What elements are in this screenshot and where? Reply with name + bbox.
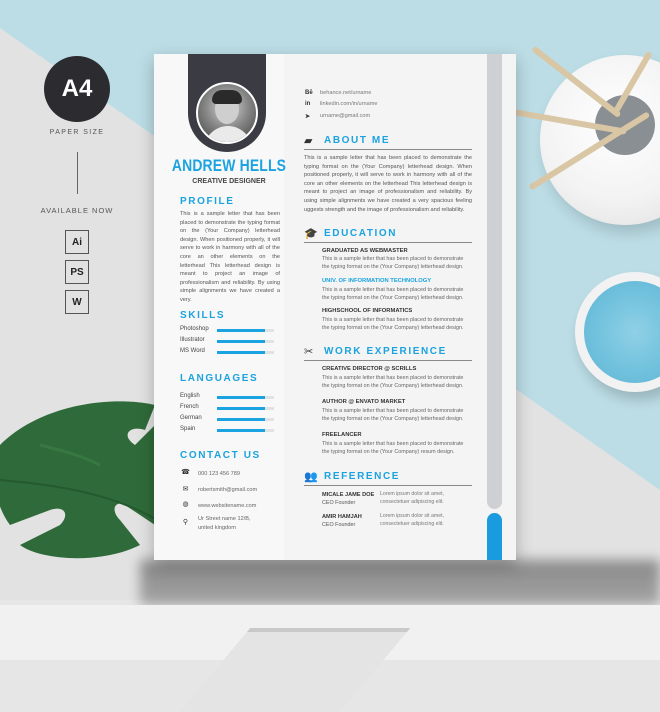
education-desc: This is a sample letter that has been pl… [322, 287, 464, 301]
skill-bar [217, 351, 274, 354]
format-word-icon: W [65, 290, 89, 314]
skill-label: Photoshop [180, 326, 209, 332]
decorative-rail-blue [487, 513, 502, 560]
reference-heading: REFERENCE [324, 471, 401, 482]
language-bar [217, 407, 274, 410]
reference-name: AMIR HAMJAH [322, 514, 362, 520]
section-rule [304, 360, 472, 362]
language-label: Spain [180, 426, 196, 432]
language-bar [217, 396, 274, 399]
language-label: English [180, 393, 200, 399]
work-desc: This is a sample letter that has been pl… [322, 408, 464, 422]
about-text: This is a sample letter that has been pl… [304, 155, 472, 213]
reference-role: CEO Founder [322, 522, 356, 528]
people-icon: 👥 [304, 471, 318, 483]
resume-role: CREATIVE DESIGNER [192, 178, 266, 185]
behance-icon: Bē [305, 90, 313, 96]
languages-heading: LANGUAGES [180, 373, 259, 384]
contact-website: www.websitename.com [198, 503, 257, 509]
resume-name: ANDREW HELLS [171, 156, 287, 175]
about-heading: ABOUT ME [324, 135, 391, 146]
graduation-cap-icon: 🎓 [304, 228, 318, 240]
paper-size-label: PAPER SIZE [49, 129, 105, 136]
education-title: UNIV. OF INFORMATION TECHNOLOGY [322, 278, 432, 284]
monstera-leaf-image [0, 401, 171, 559]
education-desc: This is a sample letter that has been pl… [322, 256, 464, 270]
location-pin-icon: ⚲ [182, 519, 189, 526]
skill-label: MS Word [180, 348, 205, 354]
work-heading: WORK EXPERIENCE [324, 346, 447, 357]
contact-email: robertsmith@gmail.com [198, 487, 258, 493]
profile-photo [196, 82, 258, 144]
briefcase-icon: ▰ [304, 135, 313, 147]
skills-heading: SKILLS [180, 310, 226, 321]
language-label: French [180, 404, 199, 410]
education-heading: EDUCATION [324, 228, 398, 239]
skill-bar [217, 329, 274, 332]
contact-address-line1: Ur Street name 12/B, [198, 516, 251, 522]
linkedin-icon: in [305, 101, 311, 107]
section-rule [304, 242, 472, 244]
contact-phone: 000 123 456 789 [198, 471, 240, 477]
work-title: AUTHOR @ ENVATO MARKET [322, 399, 406, 405]
language-bar [217, 418, 274, 421]
globe-icon: ◍ [182, 501, 189, 508]
divider-line [77, 152, 78, 194]
section-rule [304, 485, 472, 487]
profile-text: This is a sample letter that has been pl… [180, 211, 280, 303]
work-desc: This is a sample letter that has been pl… [322, 375, 464, 389]
contact-heading: CONTACT US [180, 450, 261, 461]
work-title: CREATIVE DIRECTOR @ SCRILLS [322, 366, 417, 372]
page-shadow [140, 560, 660, 605]
section-rule [304, 149, 472, 151]
reference-text: Lorem ipsum dolor sit amet, consectetuer… [380, 513, 445, 527]
social-email: urname@gmail.com [320, 113, 371, 119]
social-linkedin: linkedin.com/in/urname [320, 101, 378, 107]
decorative-rail-grey [487, 54, 502, 509]
language-bar [217, 429, 274, 432]
phone-icon: ☎ [181, 469, 190, 476]
work-desc: This is a sample letter that has been pl… [322, 441, 464, 455]
available-now-label: AVAILABLE NOW [40, 206, 114, 215]
reference-text: Lorem ipsum dolor sit amet, consectetuer… [380, 491, 445, 505]
education-title: GRADUATED AS WEBMASTER [322, 248, 408, 254]
mail-icon: ✉ [182, 486, 189, 493]
skill-bar [217, 340, 274, 343]
reference-role: CEO Founder [322, 500, 356, 506]
reference-name: MICALE JAME DOE [322, 492, 375, 498]
social-behance: behance.net/urname [320, 90, 372, 96]
format-photoshop-icon: PS [65, 260, 89, 284]
language-label: German [180, 415, 202, 421]
profile-heading: PROFILE [180, 196, 235, 207]
resume-page: ANDREW HELLS CREATIVE DESIGNER PROFILE T… [154, 54, 516, 560]
format-illustrator-icon: Ai [65, 230, 89, 254]
paper-size-badge: A4 [44, 56, 110, 122]
contact-address-line2: united kingdom [198, 525, 236, 531]
tools-icon: ✂ [304, 346, 314, 358]
education-desc: This is a sample letter that has been pl… [322, 317, 464, 331]
send-icon: ➤ [305, 114, 311, 120]
education-title: HIGHSCHOOL OF INFORMATICS [322, 308, 413, 314]
work-title: FREELANCER [322, 432, 362, 438]
skill-label: Illustrator [180, 337, 205, 343]
